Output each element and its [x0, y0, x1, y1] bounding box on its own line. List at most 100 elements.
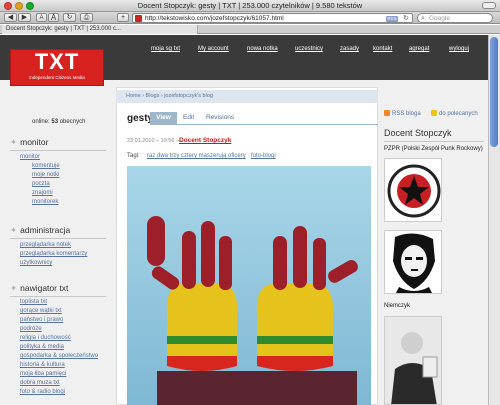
- tab-revisions[interactable]: Revisions: [206, 114, 234, 121]
- rss-label: RSS bloga: [392, 111, 421, 117]
- punk-badge-image: [385, 159, 441, 221]
- recommend-link[interactable]: do polecanych: [431, 110, 478, 117]
- tab-bar: Docent Stopczyk: gesty | TXT | 253.000 c…: [0, 25, 500, 34]
- sidebar-link[interactable]: komentuje: [32, 163, 60, 169]
- star-icon: ✦: [10, 225, 18, 235]
- block-title: administracja: [20, 225, 71, 235]
- url-text[interactable]: http://tekstowisko.com/jozefstopczyk/610…: [145, 14, 284, 23]
- star-icon: [431, 110, 437, 116]
- sidebar-link[interactable]: toplista txt: [20, 299, 47, 305]
- block-divider: [10, 296, 106, 297]
- sidebar-link[interactable]: gorące wątki txt: [20, 308, 62, 314]
- sidebar-link[interactable]: dobra muza txt: [20, 380, 60, 386]
- sidebar-link[interactable]: moje notki: [32, 172, 59, 178]
- nav-link-uczestnicy[interactable]: uczestnicy: [295, 46, 323, 52]
- sidebar-link[interactable]: państwo i prawo: [20, 317, 63, 323]
- sidebar-link[interactable]: monitor: [20, 154, 40, 160]
- star-icon: ✦: [10, 283, 18, 293]
- site-favicon-icon: [135, 15, 142, 22]
- rss-icon[interactable]: RSS: [386, 15, 398, 22]
- browser-tab[interactable]: Docent Stopczyk: gesty | TXT | 253.000 c…: [2, 25, 198, 34]
- post-date: 23.01.2010 – 19:56 —: [127, 138, 182, 144]
- author-subtitle: PZPR (Polski Zespół Punk Rockowy): [384, 146, 483, 152]
- nav-link-nowa-notka[interactable]: nowa notka: [247, 46, 278, 52]
- author-heading: Docent Stopczyk: [384, 128, 452, 138]
- photo-image: [385, 317, 441, 404]
- reload-icon: ↻: [66, 14, 73, 21]
- online-count: 53: [51, 119, 59, 125]
- tab-edit[interactable]: Edit: [183, 114, 194, 121]
- sidebar-link[interactable]: użytkownicy: [20, 260, 52, 266]
- tab-view[interactable]: View: [150, 112, 177, 124]
- search-icon: ⌕: [421, 15, 425, 22]
- block-title: nawigator txt: [20, 283, 69, 293]
- search-input[interactable]: ⌕ Google: [417, 13, 493, 23]
- portrait-image: [385, 231, 441, 293]
- block-title: monitor: [20, 137, 49, 147]
- back-button[interactable]: ◀: [4, 13, 17, 22]
- minimize-window-button[interactable]: [15, 2, 23, 10]
- nav-link-zasady[interactable]: zasady: [340, 46, 359, 52]
- window-title: Docent Stopczyk: gesty | TXT | 253.000 c…: [137, 1, 363, 10]
- sidebar-link[interactable]: znajomi: [32, 190, 53, 196]
- bookmark-icon: ⎙: [83, 14, 90, 21]
- block-divider: [384, 141, 484, 142]
- post-author-link[interactable]: Docent Stopczyk: [179, 137, 231, 144]
- font-smaller-button[interactable]: A: [36, 13, 47, 22]
- sidebar-link[interactable]: foto & radio blogi: [20, 389, 65, 395]
- tag-link[interactable]: raz dwa trzy cztery maszerują oficery: [147, 153, 246, 159]
- recommend-label: do polecanych: [439, 111, 478, 117]
- tag-link[interactable]: foto-blogi: [251, 153, 276, 159]
- sidebar-link[interactable]: gospodarka & społeczeństwo: [20, 353, 98, 359]
- block-divider: [10, 150, 106, 151]
- block-heading-nawigator: ✦ nawigator txt: [10, 283, 106, 294]
- nav-link-moja-sg[interactable]: moja sg txt: [151, 46, 180, 52]
- avatar-portrait[interactable]: [384, 230, 442, 294]
- nav-link-agregat[interactable]: agregat: [409, 46, 429, 52]
- block-divider: [10, 238, 106, 239]
- logo-subtitle: Independent Citizens Media: [29, 75, 85, 80]
- online-suffix: obecnych: [59, 119, 86, 125]
- sidebar-link[interactable]: religia i duchowość: [20, 335, 71, 341]
- scrollbar-thumb[interactable]: [490, 37, 498, 147]
- rss-icon: [384, 110, 390, 116]
- avatar-badge[interactable]: [384, 158, 442, 222]
- rss-blog-link[interactable]: RSS bloga: [384, 110, 421, 117]
- breadcrumb[interactable]: Home › Blogs › jozefstopczyk's blog: [116, 90, 378, 103]
- nav-link-wyloguj[interactable]: wyloguj: [449, 46, 469, 52]
- sidebar-link[interactable]: podróże: [20, 326, 42, 332]
- nav-link-my-account[interactable]: My account: [198, 46, 229, 52]
- sidebar-link[interactable]: przeglądarka notek: [20, 242, 71, 248]
- window-titlebar: Docent Stopczyk: gesty | TXT | 253.000 c…: [0, 0, 500, 12]
- sidebar-link[interactable]: polityka & media: [20, 344, 64, 350]
- sidebar-link[interactable]: poczta: [32, 181, 50, 187]
- sidebar-link[interactable]: przeglądarka komentarzy: [20, 251, 87, 257]
- site-logo[interactable]: TXT Independent Citizens Media: [10, 49, 104, 86]
- address-bar[interactable]: http://tekstowisko.com/jozefstopczyk/610…: [132, 13, 413, 23]
- online-counter: online: 53 obecnych: [32, 119, 85, 125]
- nav-link-kontakt[interactable]: kontakt: [373, 46, 392, 52]
- font-larger-button[interactable]: A: [48, 13, 59, 22]
- sidebar-link[interactable]: historia & kultura: [20, 362, 65, 368]
- reload-icon[interactable]: ↻: [403, 14, 409, 23]
- sidebar-link[interactable]: moja łiba pamięci: [20, 371, 66, 377]
- gloves-photo-image: [127, 166, 371, 405]
- reload-button[interactable]: ↻: [63, 13, 76, 22]
- avatar-photo[interactable]: [384, 316, 442, 405]
- toolbar-toggle-button[interactable]: [482, 2, 496, 9]
- online-prefix: online:: [32, 119, 50, 125]
- browser-toolbar: ◀ ▶ A A ↻ ⎙ + http://tekstowisko.com/joz…: [0, 12, 500, 24]
- post-photo[interactable]: [127, 166, 371, 405]
- avatar-caption: Niemczyk: [384, 303, 411, 309]
- tab-underline: [150, 124, 378, 125]
- forward-button[interactable]: ▶: [18, 13, 31, 22]
- block-heading-monitor: ✦ monitor: [10, 137, 106, 148]
- close-window-button[interactable]: [4, 2, 12, 10]
- star-icon: ✦: [10, 137, 18, 147]
- sidebar-link[interactable]: monitorek: [32, 199, 58, 205]
- search-placeholder: Google: [429, 15, 450, 22]
- add-bookmark-button[interactable]: +: [117, 13, 129, 22]
- zoom-window-button[interactable]: [26, 2, 34, 10]
- block-heading-administracja: ✦ administracja: [10, 225, 106, 236]
- bookmark-button[interactable]: ⎙: [80, 13, 93, 22]
